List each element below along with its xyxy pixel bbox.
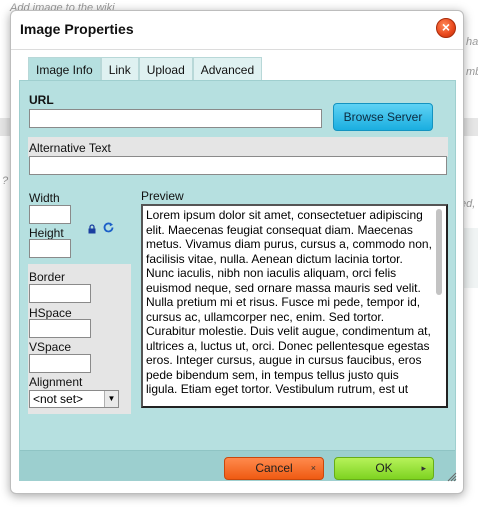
vspace-label: VSpace: [29, 340, 72, 354]
vspace-input[interactable]: [29, 354, 91, 373]
tab-upload[interactable]: Upload: [138, 57, 193, 81]
close-button[interactable]: ×: [436, 18, 456, 38]
chevron-down-icon: ▼: [104, 391, 118, 407]
close-icon: ×: [441, 19, 451, 35]
cancel-label: Cancel: [255, 461, 293, 475]
height-input[interactable]: [29, 239, 71, 258]
border-label: Border: [29, 270, 66, 284]
width-label: Width: [29, 191, 60, 205]
dialog-title: Image Properties: [20, 21, 134, 37]
reset-size-icon[interactable]: [102, 221, 115, 234]
url-label: URL: [29, 93, 54, 107]
background-panel: [464, 228, 478, 288]
preview-label: Preview: [141, 189, 184, 203]
cancel-button[interactable]: Cancel ×: [224, 457, 324, 480]
image-properties-dialog: Image Properties × Image Info Link Uploa…: [10, 10, 464, 494]
title-divider: [11, 49, 463, 50]
hspace-label: HSpace: [29, 306, 72, 320]
background-text-1: ha: [466, 36, 478, 48]
resize-grip-icon[interactable]: [447, 472, 457, 482]
preview-scrollbar[interactable]: [436, 209, 442, 295]
background-divider: [0, 118, 10, 136]
arrow-right-icon: ▸: [421, 463, 426, 473]
preview-box[interactable]: Lorem ipsum dolor sit amet, consectetuer…: [141, 204, 448, 408]
background-divider: [464, 118, 478, 136]
lock-ratio-icon[interactable]: [87, 224, 97, 234]
alignment-select[interactable]: <not set> ▼: [29, 390, 119, 408]
tab-bar: Image Info Link Upload Advanced: [28, 57, 263, 81]
border-input[interactable]: [29, 284, 91, 303]
cancel-icon: ×: [310, 463, 316, 473]
image-info-panel: URL Browse Server Alternative Text Width…: [19, 80, 456, 481]
background-text-2: mbe: [466, 66, 478, 78]
background-text-4: ?: [2, 175, 9, 187]
alignment-label: Alignment: [29, 375, 83, 389]
ok-button[interactable]: OK ▸: [334, 457, 434, 480]
width-input[interactable]: [29, 205, 71, 224]
preview-text: Lorem ipsum dolor sit amet, consectetuer…: [146, 208, 432, 396]
browse-server-button[interactable]: Browse Server: [333, 103, 433, 131]
alt-text-input[interactable]: [29, 156, 447, 175]
ok-label: OK: [375, 461, 393, 475]
height-label: Height: [29, 226, 64, 240]
tab-image-info[interactable]: Image Info: [28, 57, 101, 81]
tab-link[interactable]: Link: [100, 57, 139, 81]
tab-advanced[interactable]: Advanced: [192, 57, 263, 81]
url-input[interactable]: [29, 109, 322, 128]
alt-text-label: Alternative Text: [29, 141, 111, 155]
alignment-value: <not set>: [33, 392, 84, 406]
hspace-input[interactable]: [29, 319, 91, 338]
